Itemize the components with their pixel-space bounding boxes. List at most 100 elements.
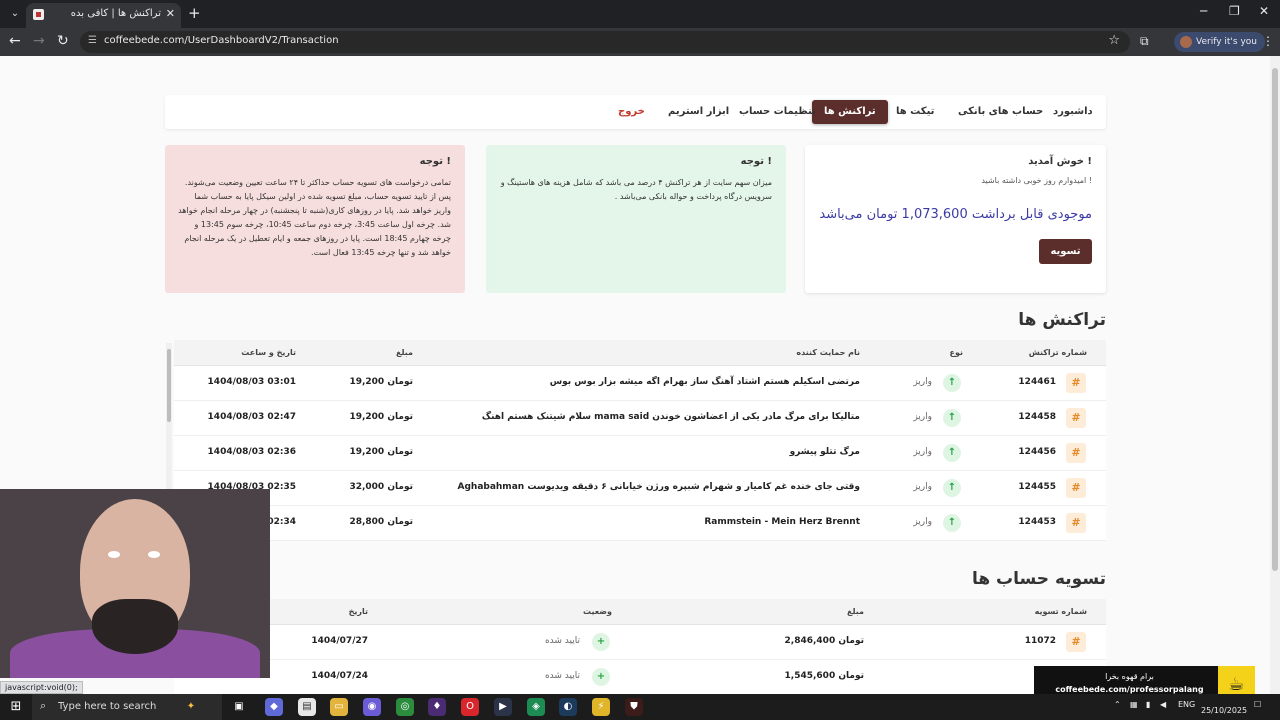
browser-toolbar: ← → ↻ ☰ coffeebede.com/UserDashboardV2/T… — [0, 28, 1280, 56]
fee-notice-card: توجه ! میزان سهم سایت از هر تراکنش ۴ درص… — [486, 145, 786, 293]
arrow-up-icon: ↑ — [943, 514, 961, 532]
transactions-heading: تراکنش ها — [1018, 310, 1106, 330]
back-icon[interactable]: ← — [9, 33, 21, 49]
table-row[interactable]: # 124458 ↑ واریز سلام شیتنک هستم اهنگ ma… — [174, 401, 1106, 436]
forward-icon[interactable]: → — [33, 33, 45, 49]
url-text[interactable]: coffeebede.com/UserDashboardV2/Transacti… — [104, 35, 339, 46]
transaction-amount: 32,000 تومان — [349, 482, 413, 492]
chrome-icon[interactable]: ◎ — [396, 698, 414, 716]
bookmark-star-icon[interactable]: ☆ — [1108, 33, 1120, 48]
restore-icon[interactable]: ❐ — [1229, 4, 1240, 18]
plus-icon: + — [592, 633, 610, 651]
table-row[interactable]: # 124455 ↑ واریز Aghabahman وقتی جای خند… — [174, 471, 1106, 506]
table-scrollbar-thumb[interactable] — [167, 349, 171, 422]
hash-icon: # — [1066, 373, 1086, 393]
notifications-icon[interactable]: ☐ — [1254, 700, 1261, 709]
reload-icon[interactable]: ↻ — [57, 33, 69, 49]
taskbar-search-placeholder: Type here to search — [58, 701, 157, 712]
copilot-icon[interactable]: ◆ — [265, 698, 283, 716]
arrow-up-icon: ↑ — [943, 444, 961, 462]
address-bar[interactable]: ☰ coffeebede.com/UserDashboardV2/Transac… — [80, 31, 1130, 53]
browser-tabstrip: ⌄ تراکنش ها | کافی بده ✕ + ─ ❐ ✕ — [0, 0, 1280, 28]
taskbar-date[interactable]: 25/10/2025 — [1201, 706, 1247, 715]
nav-account-settings[interactable]: تنظیمات حساب — [727, 100, 828, 124]
supporter-name: Aghabahman وقتی جای خنده غم کامیار و شهر… — [457, 482, 861, 492]
transaction-id: 124455 — [1018, 482, 1056, 492]
nav-bank-accounts[interactable]: حساب های بانکی — [946, 100, 1055, 124]
hash-icon: # — [1066, 408, 1086, 428]
close-window-icon[interactable]: ✕ — [1259, 4, 1269, 18]
network-icon[interactable]: ▦ — [1130, 700, 1138, 709]
transaction-amount: 19,200 تومان — [349, 412, 413, 422]
welcome-title: خوش آمدید ! — [1028, 156, 1092, 167]
webcam-beard — [92, 599, 178, 654]
col-datetime: تاریخ و ساعت — [241, 348, 296, 357]
game-icon[interactable]: ◈ — [527, 698, 545, 716]
table-row[interactable]: # 1,545,600 تومان + تایید شده 1404/07/24 — [174, 660, 1106, 694]
welcome-subtitle: امیدوارم روز خوبی داشته باشید ! — [981, 176, 1092, 185]
browser-menu-icon[interactable]: ⋮ — [1262, 34, 1274, 48]
plus-icon: + — [592, 668, 610, 686]
page-scrollbar-thumb[interactable] — [1272, 68, 1278, 571]
status-bar-url: javascript:void(0); — [0, 681, 83, 694]
shield-icon[interactable]: ⛊ — [625, 698, 643, 716]
mic-icon[interactable]: ▮ — [1146, 700, 1150, 709]
search-highlight-icon[interactable]: ✦ — [182, 698, 200, 716]
table-row[interactable]: # 124461 ↑ واریز مرتضی اسکیلم هستم اشتاد… — [174, 366, 1106, 401]
table-row[interactable]: # 124453 ↑ واریز Rammstein - Mein Herz B… — [174, 506, 1106, 541]
fee-notice-text: میزان سهم سایت از هر تراکنش ۴ درصد می با… — [500, 178, 772, 201]
browser-tab[interactable]: تراکنش ها | کافی بده ✕ — [26, 3, 181, 28]
nav-logout[interactable]: خروج — [606, 100, 657, 124]
table-row[interactable]: # 11072 2,846,400 تومان + تایید شده 1404… — [174, 625, 1106, 660]
promo-url: coffeebede.com/professorpalang — [1055, 685, 1204, 694]
task-view-icon[interactable]: ▣ — [230, 698, 248, 716]
transaction-id: 124458 — [1018, 412, 1056, 422]
transaction-type: واریز — [913, 447, 932, 457]
transaction-datetime: 1404/08/03 02:36 — [207, 447, 296, 457]
app-icon-2[interactable]: ⚡ — [592, 698, 610, 716]
site-info-icon[interactable]: ☰ — [88, 35, 97, 46]
tab-close-icon[interactable]: ✕ — [166, 7, 175, 20]
extensions-icon[interactable]: ⧉ — [1140, 34, 1149, 49]
hash-icon: # — [1066, 443, 1086, 463]
video-editor-icon[interactable]: ▶ — [494, 698, 512, 716]
table-row[interactable]: # 124456 ↑ واریز مرگ تتلو پیشرو 19,200 ت… — [174, 436, 1106, 471]
language-indicator[interactable]: ENG — [1178, 700, 1195, 709]
windows-taskbar: ⊞ ⌕ Type here to search ✦ ▣ ◆ ▤ ▭ ◉ ◎ ♦ … — [0, 694, 1280, 720]
settle-button[interactable]: تسویه — [1039, 239, 1092, 264]
settlement-id: 11072 — [1024, 636, 1056, 646]
settlement-notice-text: تمامی درخواست های تسویه حساب حداکثر تا ۲… — [178, 178, 451, 257]
transactions-table: شماره تراکنش نوع نام حمایت کننده مبلغ تا… — [174, 340, 1106, 541]
tab-title: تراکنش ها | کافی بده — [70, 8, 161, 19]
volume-icon[interactable]: ◀ — [1160, 700, 1166, 709]
webcam-eye — [148, 551, 160, 558]
app-icon[interactable]: ♦ — [428, 698, 446, 716]
withdrawable-balance: موجودی قابل برداشت 1,073,600 تومان می‌با… — [819, 207, 1092, 222]
tab-search-icon[interactable]: ⌄ — [6, 5, 24, 23]
nav-stream-tools[interactable]: ابزار استریم — [656, 100, 741, 124]
profile-verify-button[interactable]: Verify it's you — [1174, 32, 1265, 52]
opera-icon[interactable]: O — [461, 698, 479, 716]
fee-notice-title: توجه ! — [740, 156, 772, 167]
transaction-id: 124453 — [1018, 517, 1056, 527]
notepad-icon[interactable]: ▤ — [298, 698, 316, 716]
webcam-eye — [108, 551, 120, 558]
promo-line-1: برام قهوه بخرا — [1105, 672, 1154, 681]
hash-icon: # — [1066, 513, 1086, 533]
minimize-icon[interactable]: ─ — [1200, 4, 1207, 18]
col-amount: مبلغ — [396, 348, 413, 357]
supporter-name: سلام شیتنک هستم اهنگ mama said متالیکا ب… — [481, 412, 860, 422]
transaction-type: واریز — [913, 412, 932, 422]
settlements-header-row: شماره تسویه مبلغ وضعیت تاریخ — [174, 599, 1106, 625]
settlement-notice-title: توجه ! — [419, 156, 451, 167]
file-explorer-icon[interactable]: ▭ — [330, 698, 348, 716]
settlement-amount: 1,545,600 تومان — [784, 671, 864, 681]
new-tab-button[interactable]: + — [188, 4, 201, 22]
discord-icon[interactable]: ◉ — [363, 698, 381, 716]
tray-chevron-icon[interactable]: ⌃ — [1114, 700, 1121, 709]
transaction-datetime: 1404/08/03 03:01 — [207, 377, 296, 387]
site-favicon-icon — [33, 9, 44, 20]
windows-start-icon[interactable]: ⊞ — [7, 698, 25, 716]
nav-tickets[interactable]: تیکت ها — [884, 100, 946, 124]
steam-icon[interactable]: ◐ — [559, 698, 577, 716]
